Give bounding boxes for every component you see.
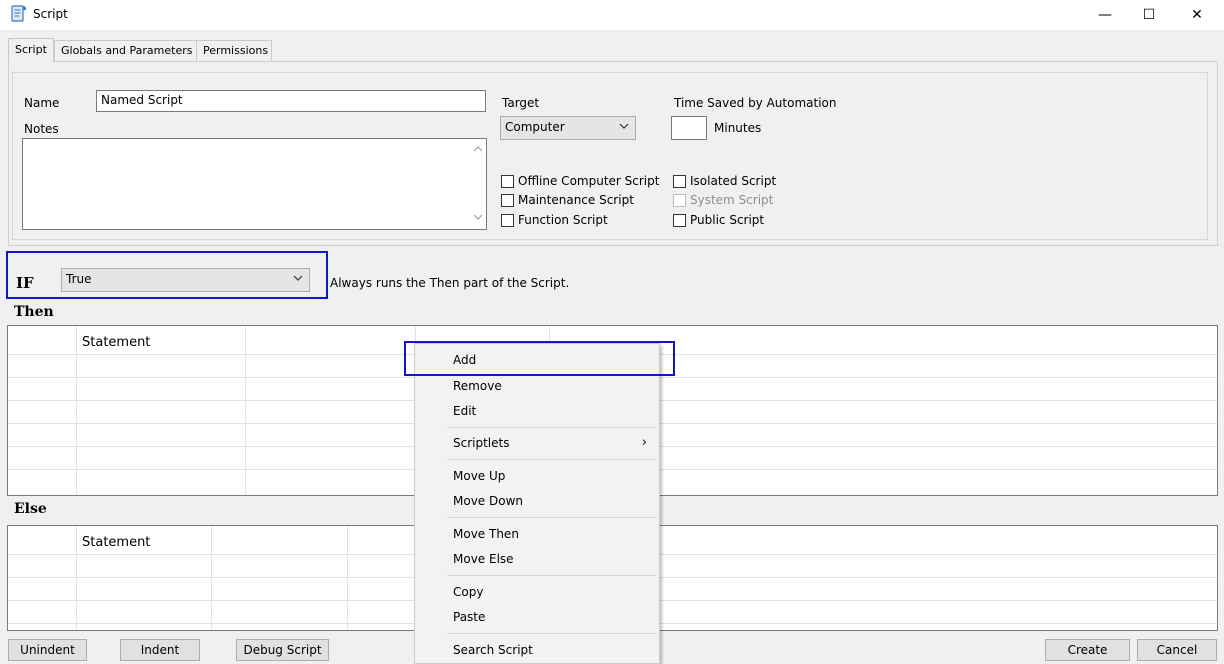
then-statement-header: Statement xyxy=(82,335,151,350)
function-script-checkbox[interactable]: Function Script xyxy=(501,213,608,227)
notes-scrollbar[interactable] xyxy=(470,139,486,229)
menu-item-move-else[interactable]: Move Else xyxy=(415,548,659,570)
script-app-icon xyxy=(9,4,29,24)
tab-script[interactable]: Script xyxy=(8,38,54,62)
checkbox-box[interactable] xyxy=(501,213,514,227)
else-heading: Else xyxy=(14,501,47,517)
checkbox-label: Maintenance Script xyxy=(518,193,634,207)
indent-button[interactable]: Indent xyxy=(120,639,200,661)
else-statement-header: Statement xyxy=(82,535,151,550)
close-button[interactable]: ✕ xyxy=(1174,0,1220,30)
checkbox-box[interactable] xyxy=(673,213,686,227)
minutes-input[interactable] xyxy=(671,116,707,140)
menu-item-scriptlets[interactable]: Scriptlets › xyxy=(415,432,659,454)
checkbox-label: Function Script xyxy=(518,213,608,227)
public-script-checkbox[interactable]: Public Script xyxy=(673,213,764,227)
close-icon: ✕ xyxy=(1191,7,1203,23)
checkbox-box xyxy=(673,193,686,207)
notes-textarea[interactable] xyxy=(22,138,487,230)
add-highlight-box xyxy=(404,341,675,376)
tab-globals-and-parameters[interactable]: Globals and Parameters xyxy=(54,40,197,61)
menu-item-paste[interactable]: Paste xyxy=(415,606,659,628)
menu-item-edit[interactable]: Edit xyxy=(415,400,659,422)
checkbox-label: Public Script xyxy=(690,213,765,227)
maximize-button[interactable]: ☐ xyxy=(1126,0,1172,30)
title-bar xyxy=(0,0,1224,30)
menu-item-move-down[interactable]: Move Down xyxy=(415,490,659,512)
menu-item-search-script[interactable]: Search Script xyxy=(415,639,659,661)
chevron-down-icon xyxy=(619,120,629,135)
window-title: Script xyxy=(33,7,68,21)
if-description: Always runs the Then part of the Script. xyxy=(330,276,570,290)
cancel-button[interactable]: Cancel xyxy=(1137,639,1217,661)
name-input[interactable]: Named Script xyxy=(96,90,486,112)
checkbox-box[interactable] xyxy=(501,193,514,207)
checkbox-box[interactable] xyxy=(673,174,686,188)
context-menu: Add Remove Edit Scriptlets › Move Up Mov… xyxy=(414,343,660,664)
target-label: Target xyxy=(502,96,540,110)
name-label: Name xyxy=(24,96,60,110)
checkbox-label: Offline Computer Script xyxy=(518,174,660,188)
checkbox-label: System Script xyxy=(690,193,774,207)
scriptlets-label: Scriptlets xyxy=(453,436,510,450)
minimize-button[interactable]: — xyxy=(1082,0,1128,30)
isolated-script-checkbox[interactable]: Isolated Script xyxy=(673,174,776,188)
maximize-icon: ☐ xyxy=(1142,7,1156,23)
menu-item-remove[interactable]: Remove xyxy=(415,375,659,397)
menu-item-move-up[interactable]: Move Up xyxy=(415,465,659,487)
target-value: Computer xyxy=(505,120,565,134)
tab-permissions[interactable]: Permissions xyxy=(196,40,272,61)
if-highlight-box xyxy=(6,251,328,299)
then-heading: Then xyxy=(14,304,54,320)
minutes-label: Minutes xyxy=(714,121,762,135)
debug-script-button[interactable]: Debug Script xyxy=(236,639,329,661)
menu-item-move-then[interactable]: Move Then xyxy=(415,523,659,545)
maintenance-script-checkbox[interactable]: Maintenance Script xyxy=(501,193,634,207)
menu-item-copy[interactable]: Copy xyxy=(415,581,659,603)
unindent-button[interactable]: Unindent xyxy=(8,639,87,661)
system-script-checkbox: System Script xyxy=(673,193,773,207)
checkbox-label: Isolated Script xyxy=(690,174,777,188)
checkbox-box[interactable] xyxy=(501,174,514,188)
offline-computer-script-checkbox[interactable]: Offline Computer Script xyxy=(501,174,659,188)
create-button[interactable]: Create xyxy=(1045,639,1130,661)
notes-label: Notes xyxy=(24,122,59,136)
submenu-arrow-icon: › xyxy=(641,435,647,450)
time-saved-label: Time Saved by Automation xyxy=(674,96,837,110)
minimize-icon: — xyxy=(1098,7,1112,23)
target-select[interactable]: Computer xyxy=(500,116,636,140)
